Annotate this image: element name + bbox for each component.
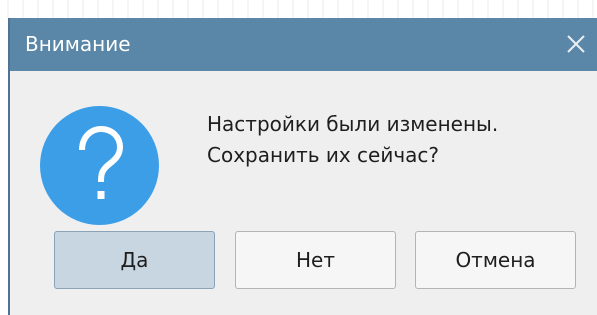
message-line-2: Сохранить их сейчас? — [207, 143, 440, 167]
dialog-title: Внимание — [25, 32, 131, 56]
dialog-body: Настройки были изменены. Сохранить их се… — [10, 71, 597, 315]
dialog-titlebar[interactable]: Внимание — [10, 18, 597, 71]
message-line-1: Настройки были изменены. — [207, 112, 499, 136]
yes-button[interactable]: Да — [54, 231, 215, 289]
confirm-dialog: Внимание Настройки были изменены. Сохран… — [8, 18, 597, 315]
dialog-message: Настройки были изменены. Сохранить их се… — [207, 109, 498, 171]
no-button[interactable]: Нет — [235, 231, 396, 289]
desktop-background — [0, 0, 597, 18]
close-icon — [567, 35, 585, 53]
question-mark-icon — [40, 106, 159, 225]
close-button[interactable] — [560, 28, 592, 60]
cancel-button[interactable]: Отмена — [415, 231, 576, 289]
